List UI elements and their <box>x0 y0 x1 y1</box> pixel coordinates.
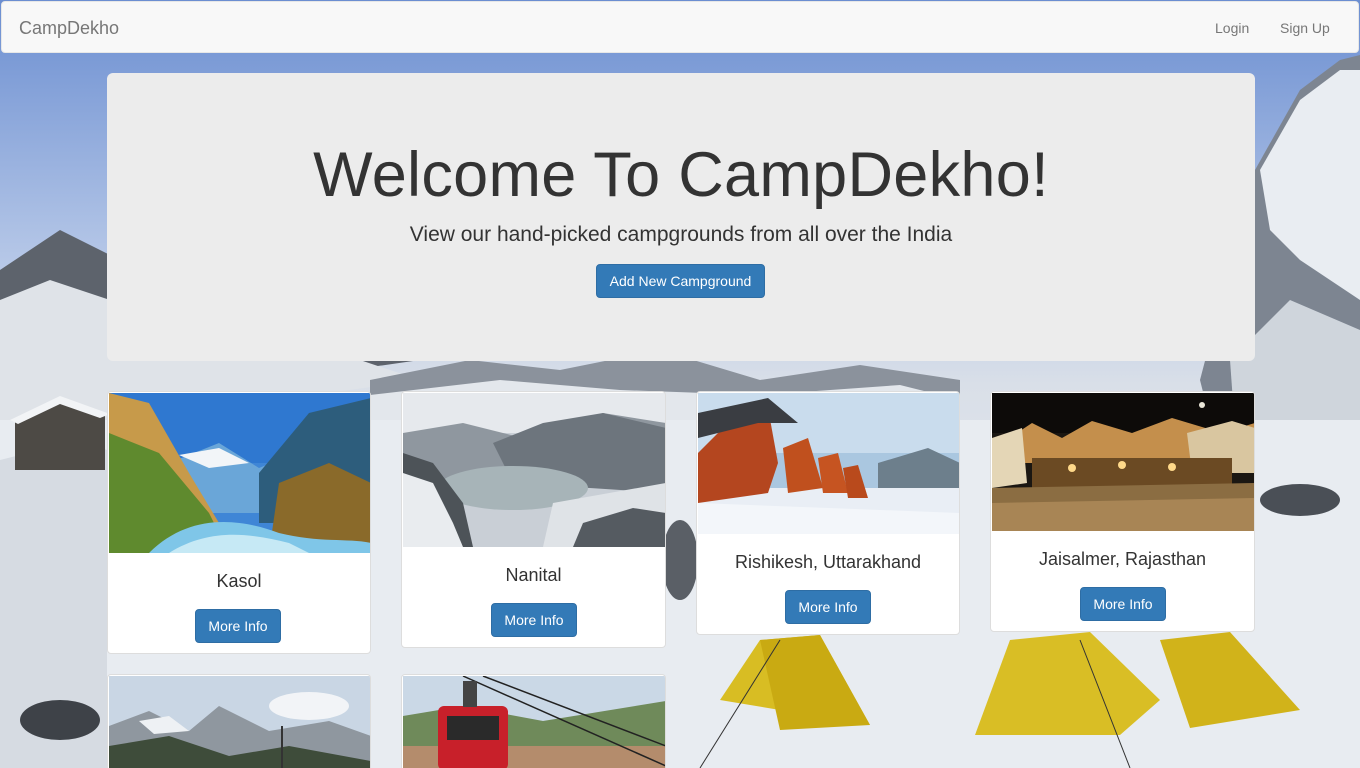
campground-name: Nanital <box>505 565 562 585</box>
more-info-button[interactable]: More Info <box>195 609 281 643</box>
campground-card: Kasol More Info <box>107 391 371 654</box>
signup-link[interactable]: Sign Up <box>1280 20 1330 36</box>
campground-name: Kasol <box>216 571 262 591</box>
page-subtitle: View our hand-picked campgrounds from al… <box>409 223 953 246</box>
campground-name: Rishikesh, Uttarakhand <box>734 552 922 572</box>
more-info-button[interactable]: More Info <box>1080 587 1166 621</box>
campground-image[interactable] <box>109 676 371 768</box>
campground-card: Nanital More Info <box>401 391 666 648</box>
brand-logo[interactable]: CampDekho <box>19 18 119 39</box>
campground-image[interactable] <box>403 676 666 768</box>
add-campground-button[interactable]: Add New Campground <box>596 264 765 298</box>
more-info-button[interactable]: More Info <box>785 590 871 624</box>
campground-card: Rishikesh, Uttarakhand More Info <box>696 391 960 635</box>
hero-jumbotron: Welcome To CampDekho! View our hand-pick… <box>107 73 1255 361</box>
campground-image[interactable] <box>403 393 666 547</box>
campground-image[interactable] <box>109 393 371 553</box>
campground-name: Jaisalmer, Rajasthan <box>1038 549 1207 569</box>
campground-image[interactable] <box>698 393 960 534</box>
campground-card <box>107 674 371 768</box>
campground-card <box>401 674 666 768</box>
more-info-button[interactable]: More Info <box>491 603 577 637</box>
page-title: Welcome To CampDekho! <box>313 140 1049 210</box>
login-link[interactable]: Login <box>1215 20 1249 36</box>
navbar: CampDekho Login Sign Up <box>1 1 1359 53</box>
campground-card: Jaisalmer, Rajasthan More Info <box>990 391 1255 632</box>
campground-image[interactable] <box>992 393 1255 531</box>
